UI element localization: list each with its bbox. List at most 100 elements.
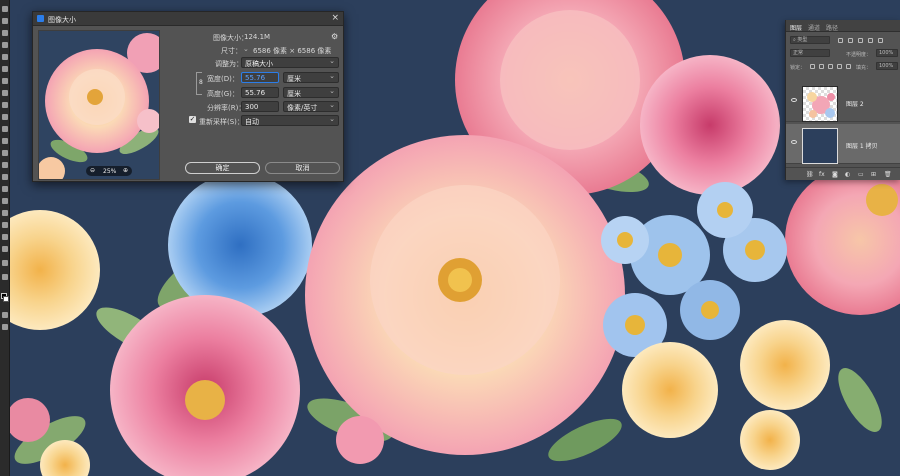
- hand-tool-icon[interactable]: [2, 234, 8, 240]
- fill-label: 填充：: [856, 65, 872, 71]
- history-brush-tool-icon[interactable]: [2, 126, 8, 132]
- background-color-swatch[interactable]: [3, 296, 9, 302]
- dodge-tool-icon[interactable]: [2, 174, 8, 180]
- filter-smart-object-icon[interactable]: [878, 38, 883, 43]
- resample-label: 重新采样(S)：: [199, 118, 244, 126]
- width-unit-select[interactable]: 厘米: [283, 72, 339, 83]
- tab-paths[interactable]: 路径: [826, 23, 838, 32]
- dimensions-value: 6586 像素 × 6586 像素: [253, 47, 332, 55]
- dialog-titlebar[interactable]: 图像大小 ×: [33, 12, 343, 26]
- lasso-tool-icon[interactable]: [2, 30, 8, 36]
- fit-to-select[interactable]: 原稿大小: [241, 57, 339, 68]
- layer-mask-icon[interactable]: ◙: [832, 171, 838, 178]
- lock-transparent-icon[interactable]: [810, 64, 815, 69]
- dialog-title: 图像大小: [48, 16, 76, 24]
- image-size-value: 124.1M: [244, 33, 271, 41]
- visibility-eye-icon[interactable]: [791, 98, 797, 102]
- blend-row: 正常 不透明度： 100%: [786, 47, 900, 59]
- visibility-eye-icon[interactable]: [791, 140, 797, 144]
- brush-tool-icon[interactable]: [2, 102, 8, 108]
- blur-tool-icon[interactable]: [2, 162, 8, 168]
- opacity-label: 不透明度：: [846, 52, 872, 58]
- layer-filter-select[interactable]: ⌕ 类型: [790, 36, 830, 44]
- frame-tool-icon[interactable]: [2, 66, 8, 72]
- height-input[interactable]: 55.76: [241, 87, 279, 98]
- screen-mode-icon[interactable]: [2, 324, 8, 330]
- photoshop-app-icon: [37, 15, 44, 22]
- opacity-input[interactable]: 100%: [876, 49, 898, 57]
- preview-zoom-value: 25%: [103, 168, 117, 175]
- fill-input[interactable]: 100%: [876, 62, 898, 70]
- tab-layers[interactable]: 图层: [790, 23, 802, 32]
- preview-zoom-control: ⊖ 25% ⊕: [86, 166, 132, 176]
- height-label: 高度(G)：: [207, 90, 239, 98]
- quick-select-tool-icon[interactable]: [2, 42, 8, 48]
- lock-pixels-icon[interactable]: [819, 64, 824, 69]
- lock-all-icon[interactable]: [846, 64, 851, 69]
- edit-toolbar-icon[interactable]: [2, 274, 8, 280]
- image-size-dialog: 图像大小 × ⊖ 25% ⊕ 图像大小： 124.1M ⚙ 尺寸： ⌄ 6586…: [32, 11, 344, 182]
- marquee-tool-icon[interactable]: [2, 18, 8, 24]
- filter-shape-icon[interactable]: [868, 38, 873, 43]
- resolution-input[interactable]: 300: [241, 101, 279, 112]
- new-layer-icon[interactable]: ⊞: [871, 171, 876, 178]
- move-tool-icon[interactable]: [2, 6, 8, 12]
- lock-artboard-icon[interactable]: [837, 64, 842, 69]
- gear-icon[interactable]: ⚙: [331, 32, 338, 41]
- link-layers-icon[interactable]: ⛓: [806, 171, 814, 178]
- layer-2-thumbnail-art: [807, 92, 835, 118]
- link-proportions-icon[interactable]: 8: [199, 79, 204, 87]
- cancel-button[interactable]: 取消: [265, 162, 340, 174]
- zoom-tool-icon[interactable]: [2, 246, 8, 252]
- dimensions-dropdown-icon[interactable]: ⌄: [243, 45, 249, 53]
- eyedropper-tool-icon[interactable]: [2, 78, 8, 84]
- close-icon[interactable]: ×: [331, 14, 339, 23]
- zoom-out-icon[interactable]: ⊖: [90, 167, 95, 174]
- delete-layer-icon[interactable]: 🗑: [884, 171, 892, 178]
- width-label: 宽度(D)：: [207, 75, 239, 83]
- resolution-unit-select[interactable]: 像素/英寸: [283, 101, 339, 112]
- width-input[interactable]: 55.76: [241, 72, 279, 83]
- filter-pixel-icon[interactable]: [838, 38, 843, 43]
- clone-stamp-tool-icon[interactable]: [2, 114, 8, 120]
- layer-thumbnail: [802, 128, 838, 164]
- tab-channels[interactable]: 通道: [808, 23, 820, 32]
- healing-brush-tool-icon[interactable]: [2, 90, 8, 96]
- zoom-in-icon[interactable]: ⊕: [123, 167, 128, 174]
- layers-footer: ⛓ fx ◙ ◐ ▭ ⊞ 🗑: [786, 167, 900, 180]
- resample-method-select[interactable]: 自动: [241, 115, 339, 126]
- filter-adjustment-icon[interactable]: [848, 38, 853, 43]
- adjustment-layer-icon[interactable]: ◐: [845, 171, 850, 178]
- dimensions-label: 尺寸：: [221, 47, 242, 55]
- layer-row-selected[interactable]: 图层 1 拷贝: [786, 124, 900, 164]
- height-unit-select[interactable]: 厘米: [283, 87, 339, 98]
- gradient-tool-icon[interactable]: [2, 150, 8, 156]
- crop-tool-icon[interactable]: [2, 54, 8, 60]
- eraser-tool-icon[interactable]: [2, 138, 8, 144]
- lock-row: 锁定： 填充： 100%: [786, 60, 900, 72]
- filter-row: ⌕ 类型: [786, 34, 900, 46]
- preview-thumbnail: [39, 33, 159, 179]
- layers-panel: 图层 通道 路径 ⌕ 类型 正常 不透明度： 100% 锁定： 填充： 100%: [785, 20, 900, 180]
- resample-checkbox[interactable]: ✓: [189, 116, 196, 123]
- group-folder-icon[interactable]: ▭: [858, 171, 864, 178]
- path-select-tool-icon[interactable]: [2, 210, 8, 216]
- resolution-label: 分辨率(R)：: [207, 104, 246, 112]
- blend-mode-select[interactable]: 正常: [790, 49, 830, 57]
- image-preview[interactable]: ⊖ 25% ⊕: [38, 30, 160, 180]
- layer-row[interactable]: 图层 2: [786, 82, 900, 122]
- rectangle-tool-icon[interactable]: [2, 222, 8, 228]
- type-tool-icon[interactable]: [2, 198, 8, 204]
- filter-type-icon[interactable]: [858, 38, 863, 43]
- image-size-label: 图像大小：: [213, 34, 248, 42]
- quick-mask-icon[interactable]: [2, 312, 8, 318]
- lock-position-icon[interactable]: [828, 64, 833, 69]
- layer-thumbnail: [802, 86, 838, 122]
- panel-tab-bar: 图层 通道 路径: [786, 20, 900, 32]
- tools-panel: [0, 0, 10, 476]
- layer-style-icon[interactable]: fx: [819, 171, 825, 178]
- lock-label: 锁定：: [790, 65, 806, 71]
- more-tools-icon[interactable]: [2, 260, 8, 266]
- pen-tool-icon[interactable]: [2, 186, 8, 192]
- ok-button[interactable]: 确定: [185, 162, 260, 174]
